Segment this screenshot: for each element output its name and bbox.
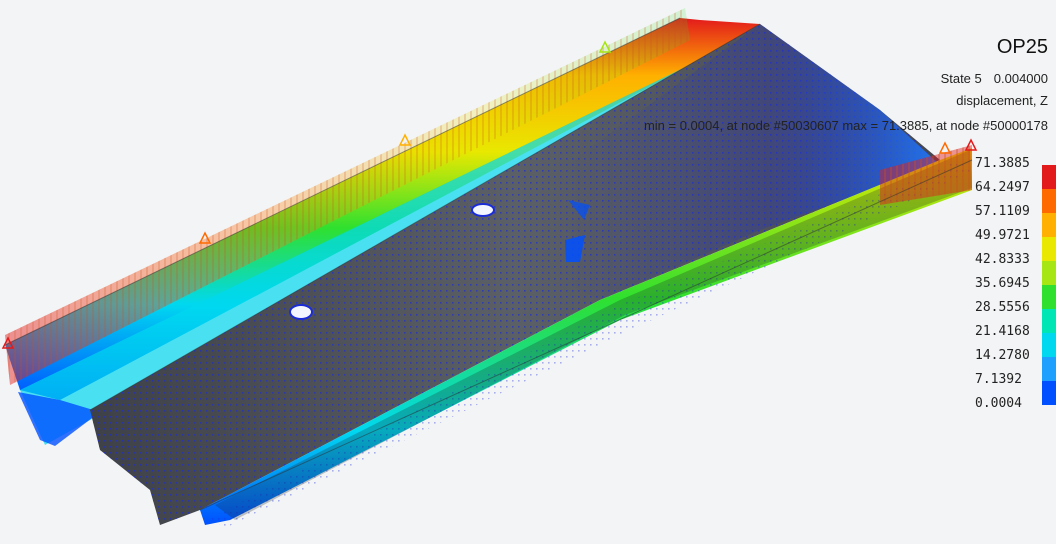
color-bar-segment bbox=[1042, 213, 1056, 237]
color-bar-segment bbox=[1042, 333, 1056, 357]
model-title: OP25 bbox=[996, 36, 1048, 58]
legend-tick: 21.4168 bbox=[975, 324, 1030, 339]
legend-tick: 64.2497 bbox=[975, 180, 1030, 195]
result-type: displacement, Z bbox=[956, 93, 1048, 108]
color-bar-segment bbox=[1042, 261, 1056, 285]
color-bar-segment bbox=[1042, 237, 1056, 261]
legend-tick: 14.2780 bbox=[975, 348, 1030, 363]
legend-tick: 28.5556 bbox=[975, 300, 1030, 315]
state-label: State 5 bbox=[940, 71, 982, 86]
hole-center bbox=[471, 203, 495, 217]
color-bar-segment bbox=[1042, 189, 1056, 213]
color-bar bbox=[1042, 165, 1056, 405]
legend-tick: 49.9721 bbox=[975, 228, 1030, 243]
legend-tick: 7.1392 bbox=[975, 372, 1022, 387]
hole-left bbox=[289, 304, 313, 320]
color-bar-segment bbox=[1042, 309, 1056, 333]
color-bar-segment bbox=[1042, 285, 1056, 309]
state-info: State 5 0.004000 bbox=[941, 71, 1048, 86]
deformed-mesh bbox=[4, 8, 973, 528]
legend-tick: 0.0004 bbox=[975, 396, 1022, 411]
color-bar-segment bbox=[1042, 165, 1056, 189]
state-time: 0.004000 bbox=[993, 71, 1048, 86]
legend-tick: 57.1109 bbox=[975, 204, 1030, 219]
legend-tick: 71.3885 bbox=[975, 156, 1030, 171]
min-max-readout: min = 0.0004, at node #50030607 max = 71… bbox=[643, 118, 1048, 133]
3d-viewport[interactable] bbox=[0, 0, 1056, 544]
color-bar-segment bbox=[1042, 357, 1056, 381]
legend-tick: 35.6945 bbox=[975, 276, 1030, 291]
color-bar-segment bbox=[1042, 381, 1056, 405]
legend-tick: 42.8333 bbox=[975, 252, 1030, 267]
